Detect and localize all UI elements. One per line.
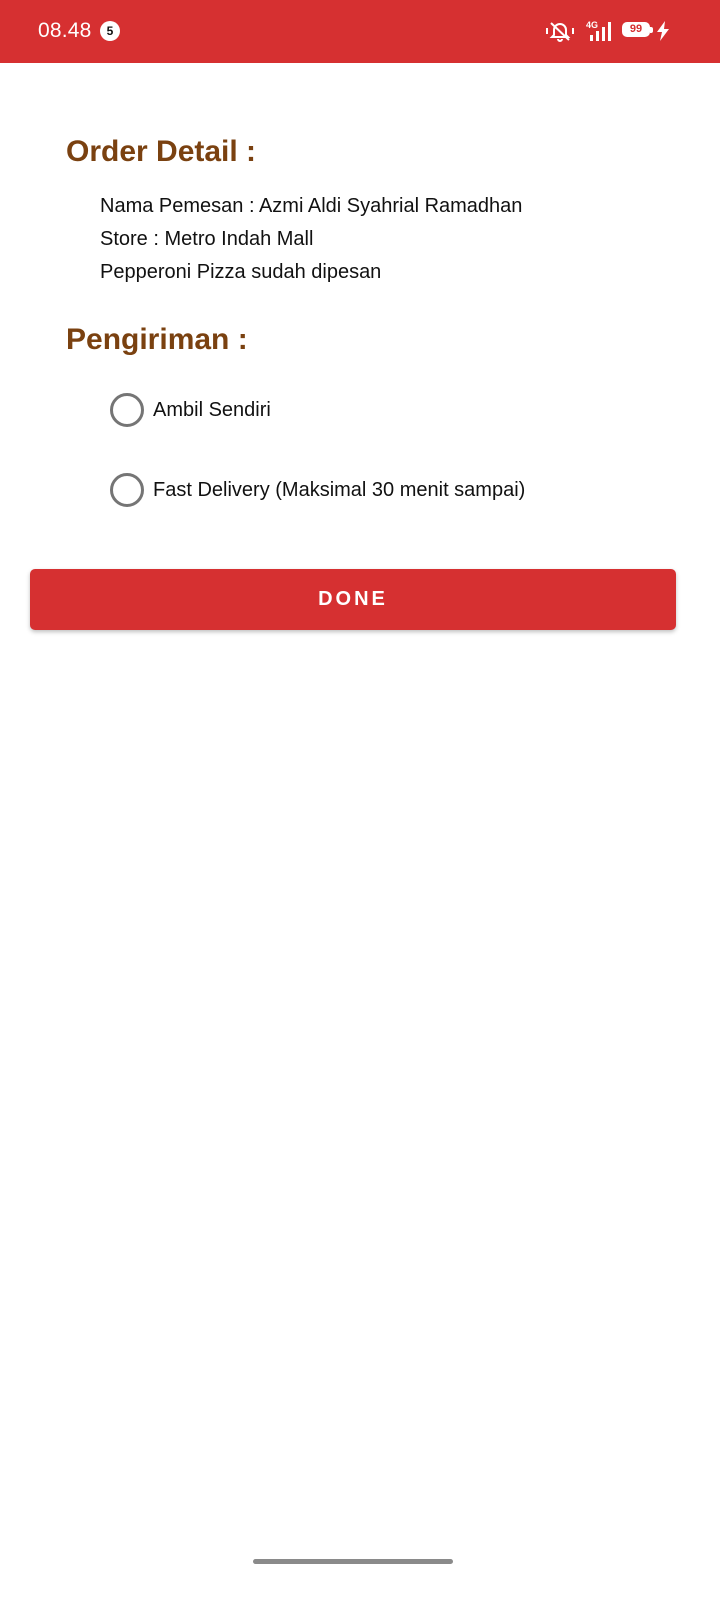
ordered-item-text: Pepperoni Pizza sudah dipesan xyxy=(100,261,382,283)
radio-button-pickup[interactable] xyxy=(110,393,144,427)
vibrate-mute-icon xyxy=(546,22,574,42)
status-time: 08.48 xyxy=(38,19,92,42)
radio-option-pickup[interactable]: Ambil Sendiri xyxy=(106,386,666,434)
customer-name-text: Nama Pemesan : Azmi Aldi Syahrial Ramadh… xyxy=(100,195,523,217)
radio-label-fast-delivery[interactable]: Fast Delivery (Maksimal 30 menit sampai) xyxy=(153,477,525,503)
radio-label-pickup[interactable]: Ambil Sendiri xyxy=(153,397,271,423)
notification-count-badge: 5 xyxy=(100,21,120,41)
done-button[interactable]: DONE xyxy=(30,569,676,630)
store-text: Store : Metro Indah Mall xyxy=(100,228,314,250)
radio-button-fast-delivery[interactable] xyxy=(110,473,144,507)
charging-icon xyxy=(657,21,669,41)
battery-level: 99 xyxy=(629,23,643,35)
delivery-title: Pengiriman : xyxy=(66,323,248,356)
home-gesture-bar[interactable] xyxy=(253,1559,453,1564)
signal-icon xyxy=(590,22,611,41)
status-bar: 08.48 5 4G 99 xyxy=(0,0,720,63)
radio-option-fast-delivery[interactable]: Fast Delivery (Maksimal 30 menit sampai) xyxy=(106,466,666,514)
battery-tip xyxy=(650,27,653,33)
order-detail-title: Order Detail : xyxy=(66,135,257,168)
